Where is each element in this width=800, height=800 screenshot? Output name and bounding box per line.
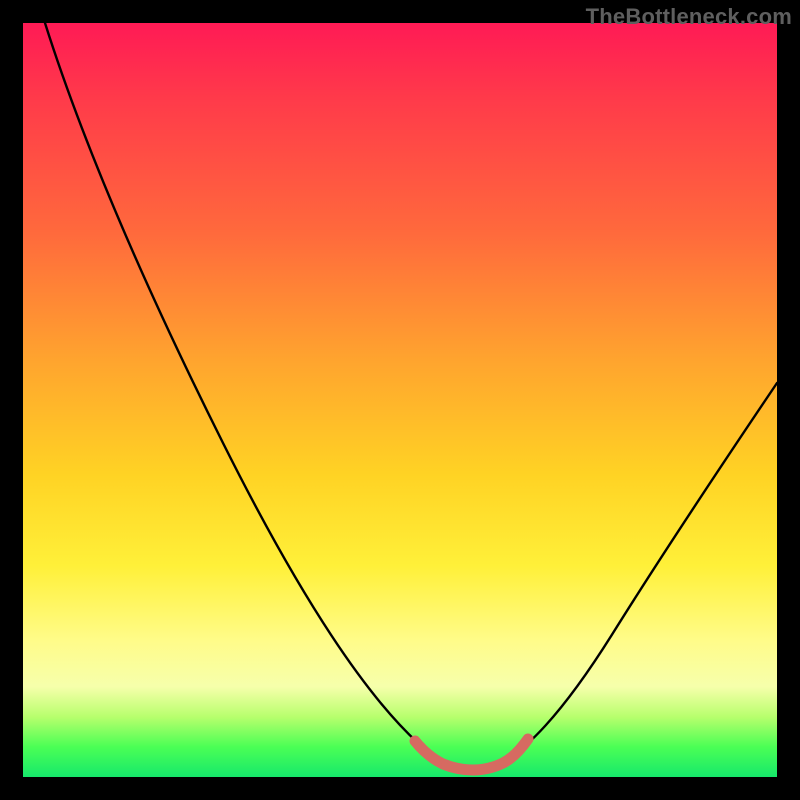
chart-stage: TheBottleneck.com [0,0,800,800]
chart-curves-layer [23,23,777,777]
bottleneck-curve [45,23,777,768]
watermark-text: TheBottleneck.com [586,4,792,30]
